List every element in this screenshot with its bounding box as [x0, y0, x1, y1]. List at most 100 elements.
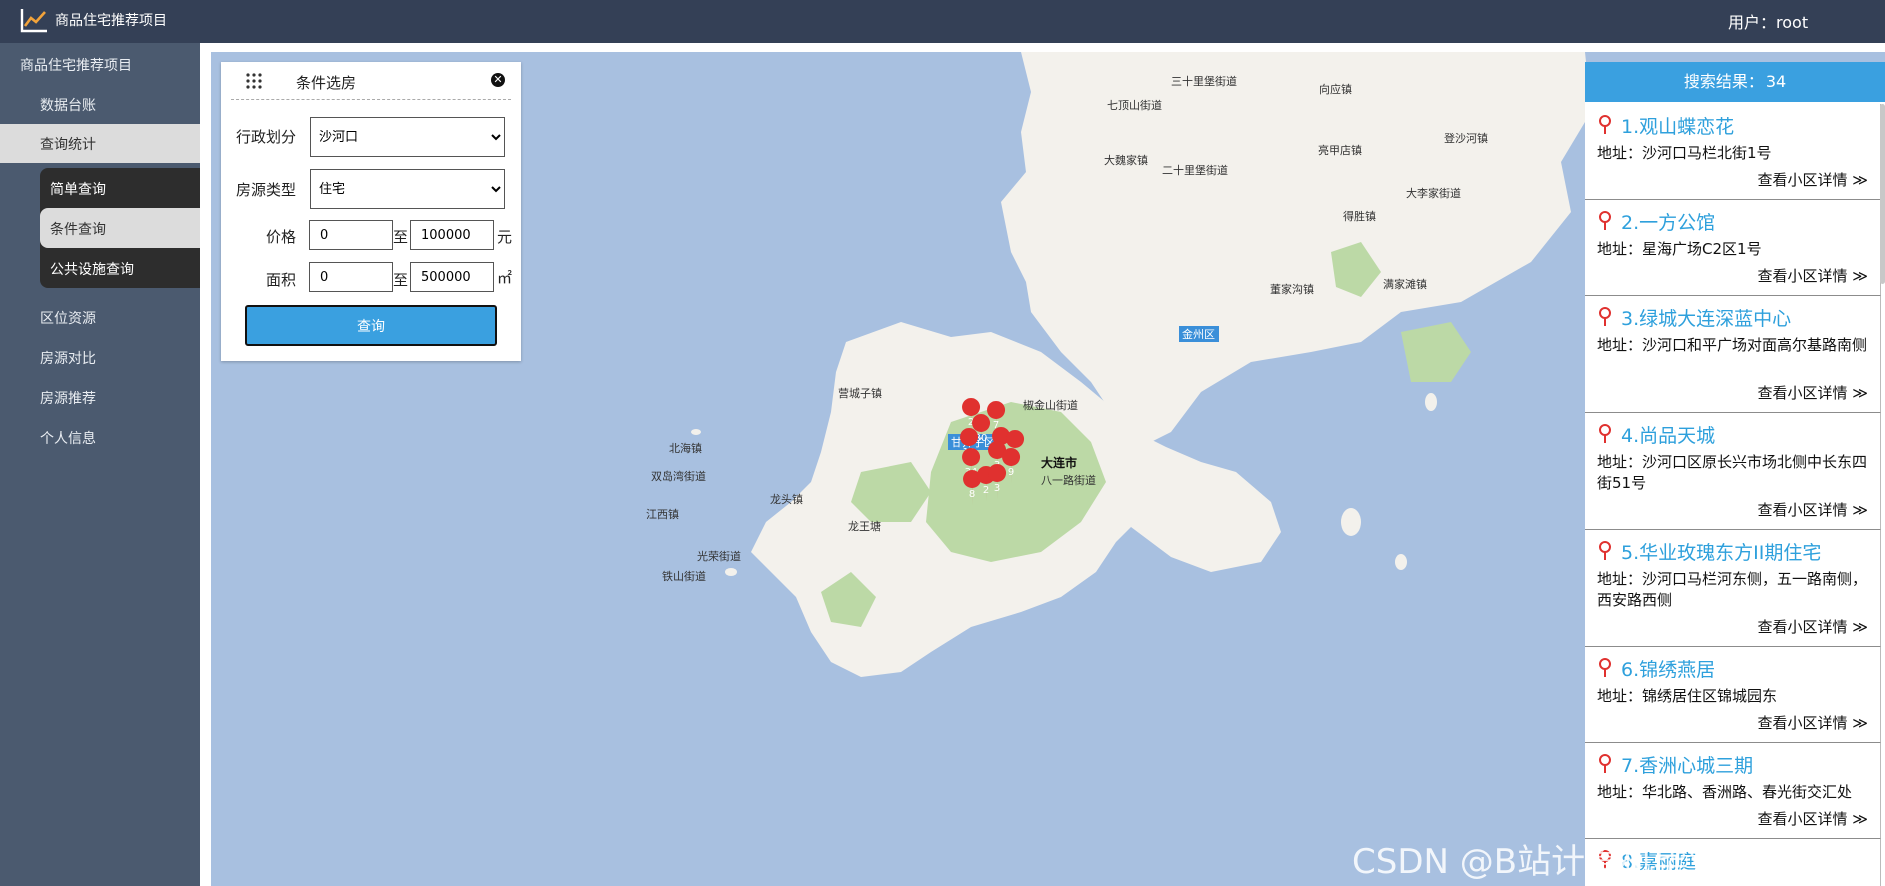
map-pin-icon [1599, 541, 1611, 560]
view-detail-link[interactable]: 查看小区详情 ≫ [1758, 169, 1868, 190]
results-scrollbar[interactable] [1880, 104, 1885, 284]
view-detail-link[interactable]: 查看小区详情 ≫ [1758, 808, 1868, 829]
district-label: 金州区 [1182, 327, 1215, 341]
sidebar-item-label: 查询统计 [40, 137, 96, 153]
sidebar-item-location[interactable]: 区位资源 [40, 308, 96, 328]
search-button[interactable]: 查询 [245, 305, 497, 346]
island [1425, 393, 1437, 411]
result-name[interactable]: 4.尚品天城 [1621, 421, 1715, 448]
land-north [1001, 52, 1591, 447]
list-item[interactable]: 3.绿城大连深蓝中心 地址：沙河口和平广场对面高尔基路南侧 查看小区详情 ≫ [1585, 296, 1881, 413]
map-label: 八一路街道 [1041, 473, 1096, 487]
results-count: 34 [1765, 72, 1787, 91]
map-label: 双岛湾街道 [651, 469, 706, 483]
view-detail-link[interactable]: 查看小区详情 ≫ [1758, 382, 1868, 403]
result-address: 地址：沙河口马栏北街1号 [1597, 143, 1882, 164]
result-name[interactable]: 7.香洲心城三期 [1621, 751, 1753, 778]
view-detail-link[interactable]: 查看小区详情 ≫ [1758, 499, 1868, 520]
map-pin-icon [1599, 424, 1611, 443]
island [725, 568, 737, 576]
sidebar-header[interactable]: 商品住宅推荐项目 [20, 55, 132, 75]
map-label: 铁山街道 [662, 569, 706, 583]
user-info: 用户：root [1728, 9, 1808, 33]
submenu-item-simple-query[interactable]: 简单查询 [40, 168, 200, 208]
list-item[interactable]: 7.香洲心城三期 地址：华北路、香洲路、春光街交汇处 查看小区详情 ≫ [1585, 743, 1881, 839]
address-value: 华北路、香洲路、春光街交汇处 [1642, 783, 1853, 801]
map-pin-icon [1599, 307, 1611, 326]
sidebar-item-recommend[interactable]: 房源推荐 [40, 388, 96, 408]
result-name[interactable]: 6.锦绣燕居 [1621, 655, 1715, 682]
island [691, 429, 701, 435]
sidebar-item-data-ledger[interactable]: 数据台账 [40, 95, 96, 115]
sidebar: 商品住宅推荐项目 数据台账 查询统计 简单查询 条件查询 公共设施查询 区位资源… [0, 43, 200, 886]
filter-panel-title: 条件选房 [296, 74, 357, 92]
results-panel: 搜索结果： 34 1.观山蝶恋花 地址：沙河口马栏北街1号 查看小区详情 ≫ 2.… [1585, 62, 1885, 886]
map-label: 龙王塘 [848, 519, 881, 533]
address-value: 星海广场C2区1号 [1642, 240, 1762, 258]
view-detail-link[interactable]: 查看小区详情 ≫ [1758, 265, 1868, 286]
area-max-input[interactable] [410, 262, 494, 292]
map-label: 七顶山街道 [1107, 98, 1162, 112]
list-item[interactable]: 5.华业玫瑰东方II期住宅 地址：沙河口马栏河东侧，五一路南侧，西安路西侧 查看… [1585, 530, 1881, 647]
price-to: 至 [393, 228, 409, 246]
address-value: 沙河口马栏北街1号 [1642, 144, 1772, 162]
address-prefix: 地址： [1597, 144, 1643, 162]
map-label: 营城子镇 [838, 386, 882, 400]
sidebar-item-query-stats[interactable]: 查询统计 [0, 124, 200, 163]
address-prefix: 地址： [1597, 336, 1643, 354]
list-item[interactable]: 6.锦绣燕居 地址：锦绣居住区锦城园东 查看小区详情 ≫ [1585, 647, 1881, 743]
map-pin-icon [1599, 658, 1611, 677]
marker-label: 3 [994, 483, 1000, 494]
city-label: 大连市 [1041, 455, 1077, 470]
map-label: 大魏家镇 [1104, 153, 1148, 167]
map-pin-icon [1599, 754, 1611, 773]
price-label: 价格 [266, 228, 297, 246]
address-value: 锦绣居住区锦城园东 [1642, 687, 1778, 705]
sidebar-item-compare[interactable]: 房源对比 [40, 348, 96, 368]
result-name[interactable]: 1.观山蝶恋花 [1621, 112, 1734, 139]
area-to: 至 [393, 271, 409, 289]
map-label: 得胜镇 [1343, 209, 1376, 223]
result-address: 地址：沙河口区原长兴市场北侧中长东四街51号 [1597, 452, 1882, 494]
sidebar-item-profile[interactable]: 个人信息 [40, 428, 96, 448]
list-item[interactable]: 4.尚品天城 地址：沙河口区原长兴市场北侧中长东四街51号 查看小区详情 ≫ [1585, 413, 1881, 530]
map-label: 向应镇 [1319, 82, 1352, 96]
result-address: 地址：沙河口和平广场对面高尔基路南侧 [1597, 335, 1882, 356]
result-name[interactable]: 5.华业玫瑰东方II期住宅 [1621, 538, 1821, 565]
type-select[interactable]: 住宅 [310, 169, 505, 209]
map-label: 大李家街道 [1406, 186, 1461, 200]
list-item[interactable]: 1.观山蝶恋花 地址：沙河口马栏北街1号 查看小区详情 ≫ [1585, 104, 1881, 200]
park-area-3 [1401, 322, 1471, 382]
submenu-item-label: 条件查询 [50, 222, 106, 238]
price-min-input[interactable] [309, 220, 393, 250]
island [1395, 554, 1407, 570]
drag-grip-icon[interactable] [245, 72, 263, 90]
address-prefix: 地址： [1597, 240, 1643, 258]
user-label: 用户： [1728, 13, 1777, 32]
filter-panel-header[interactable]: 条件选房 ✕ [231, 62, 511, 100]
marker-label: 8 [969, 489, 975, 500]
area-min-input[interactable] [309, 262, 393, 292]
address-prefix: 地址： [1597, 570, 1643, 588]
result-name[interactable]: 2.一方公馆 [1621, 208, 1715, 235]
result-address: 地址：华北路、香洲路、春光街交汇处 [1597, 782, 1882, 803]
list-item[interactable]: 2.一方公馆 地址：星海广场C2区1号 查看小区详情 ≫ [1585, 200, 1881, 296]
price-unit: 元 [497, 228, 513, 246]
view-detail-link[interactable]: 查看小区详情 ≫ [1758, 712, 1868, 733]
result-address: 地址：星海广场C2区1号 [1597, 239, 1882, 260]
district-select[interactable]: 沙河口 [310, 117, 505, 157]
map-label: 北海镇 [669, 441, 702, 455]
results-header: 搜索结果： 34 [1585, 62, 1885, 102]
island [1341, 508, 1361, 536]
top-bar: 商品住宅推荐项目 用户：root [0, 0, 1885, 43]
submenu-item-facility-query[interactable]: 公共设施查询 [40, 248, 200, 288]
view-detail-link[interactable]: 查看小区详情 ≫ [1758, 616, 1868, 637]
result-name[interactable]: 3.绿城大连深蓝中心 [1621, 304, 1791, 331]
map-label: 椒金山街道 [1023, 398, 1078, 412]
close-icon[interactable]: ✕ [491, 73, 505, 87]
price-max-input[interactable] [410, 220, 494, 250]
submenu-item-condition-query[interactable]: 条件查询 [40, 208, 200, 248]
map-label: 江西镇 [646, 507, 679, 521]
map-pin-icon [1599, 211, 1611, 230]
chart-logo-icon [20, 9, 47, 33]
